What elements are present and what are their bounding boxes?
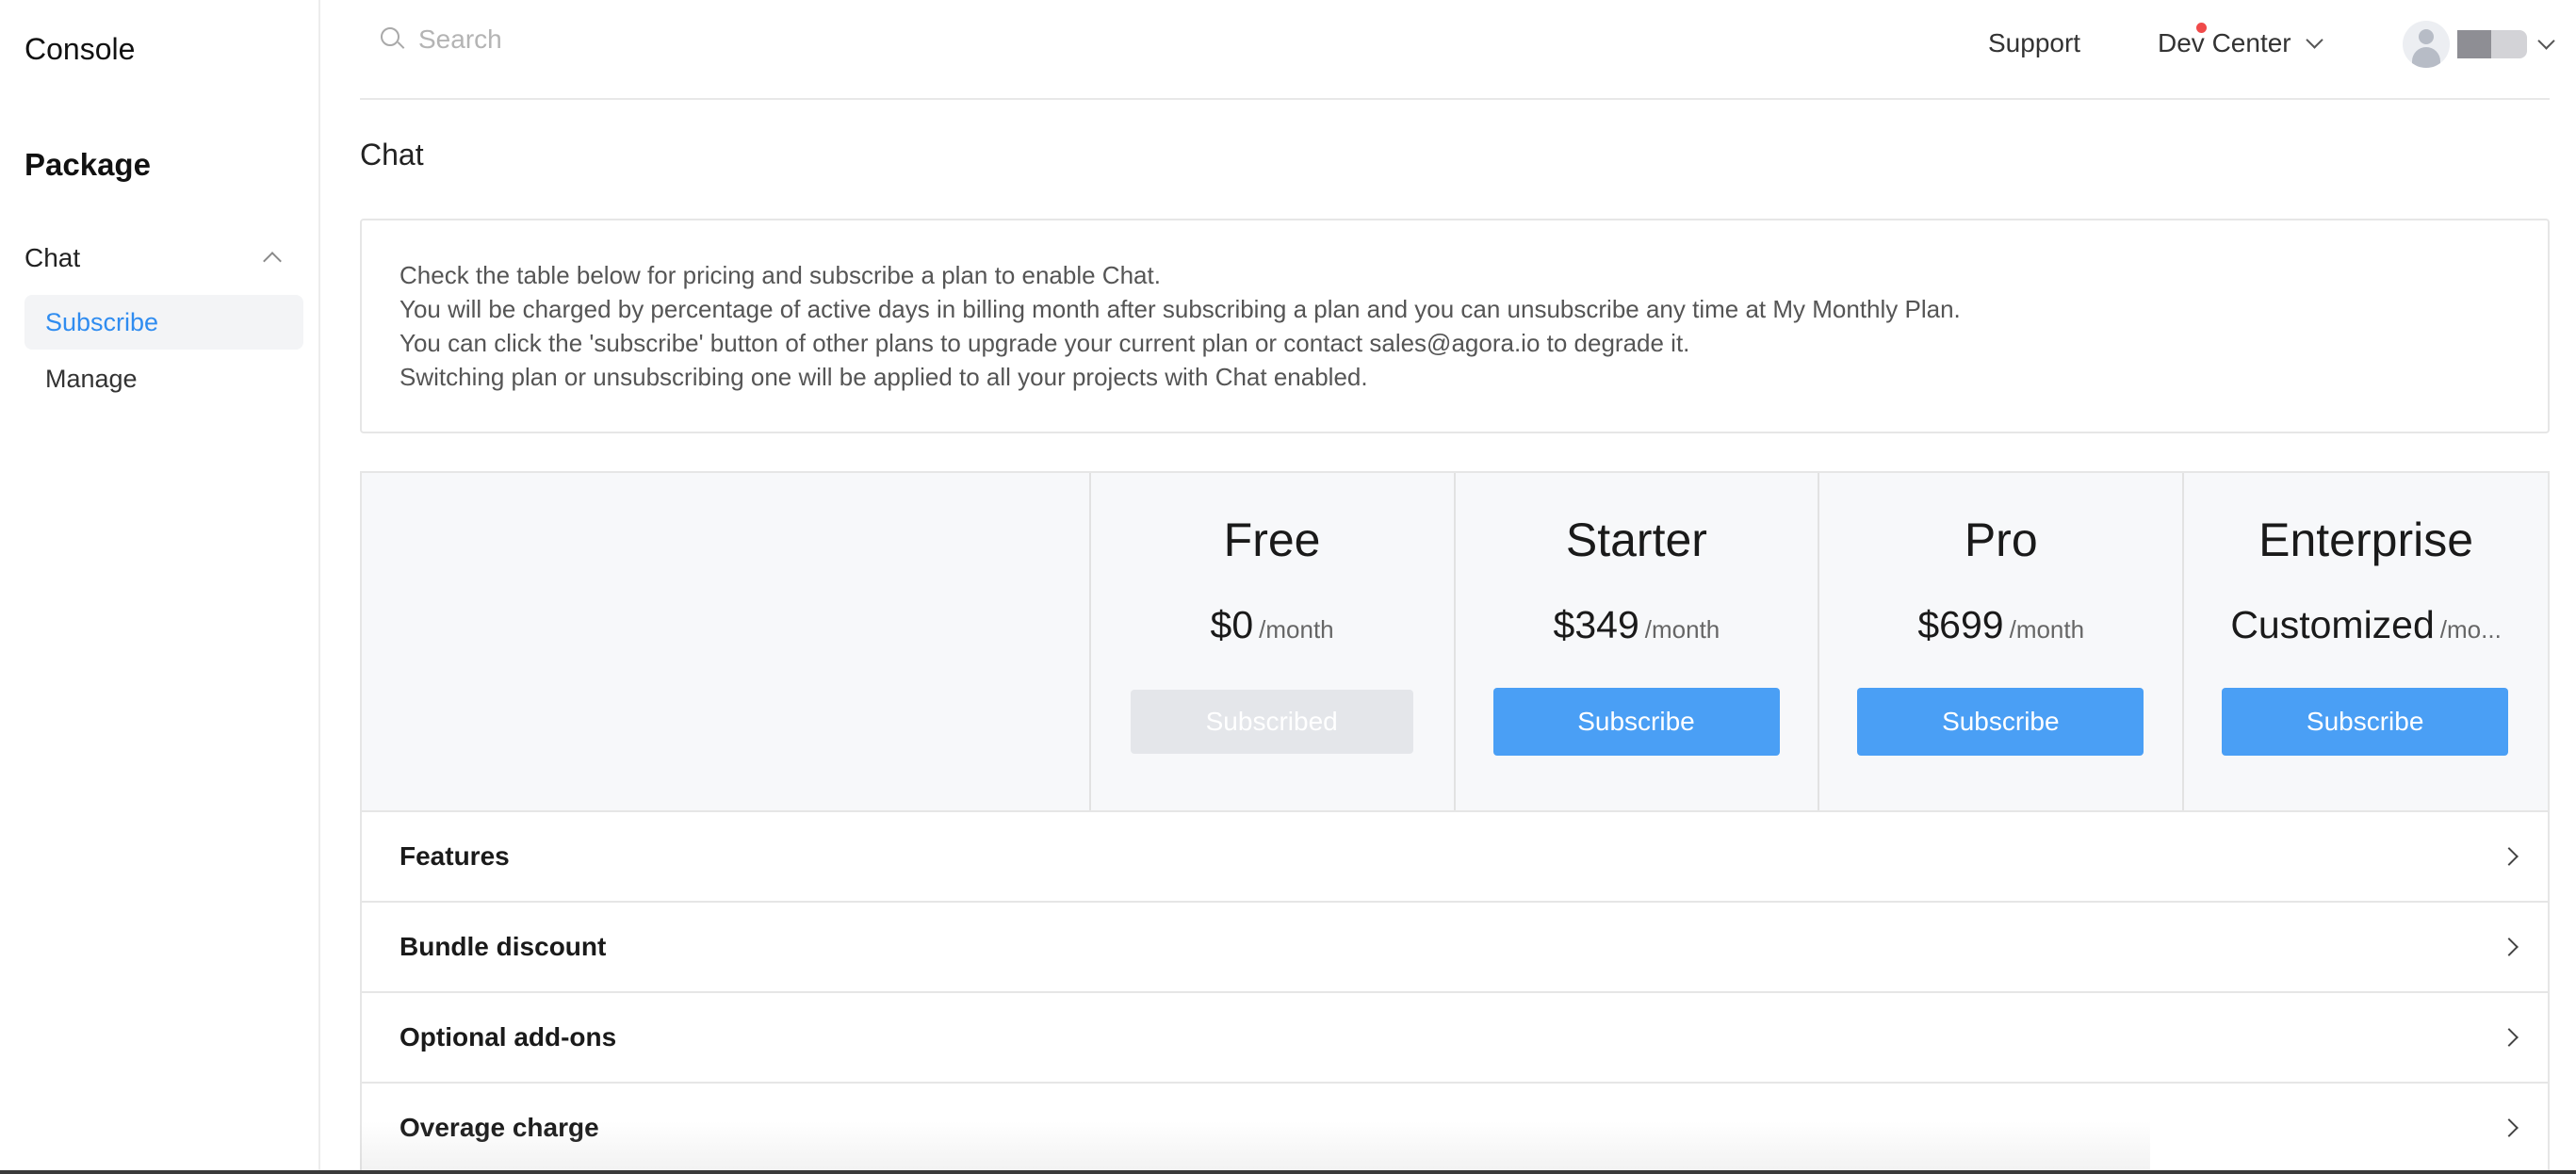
chevron-right-icon: [2500, 847, 2519, 866]
section-label: Optional add-ons: [399, 1022, 617, 1052]
chevron-right-icon: [2500, 1118, 2519, 1137]
plan-name: Enterprise: [2258, 514, 2474, 566]
sidebar-group-label: Chat: [24, 243, 81, 272]
price-period: /month: [1259, 615, 1334, 644]
notification-dot: [2196, 23, 2207, 33]
notice-line: You can click the 'subscribe' button of …: [399, 329, 1690, 357]
plan-enterprise: Enterprise Customized/mo... Subscribe: [2184, 473, 2548, 810]
price-period: /month: [1644, 615, 1720, 644]
section-features[interactable]: Features: [362, 812, 2548, 903]
sidebar-group-chat[interactable]: Chat: [24, 237, 288, 279]
avatar: [2403, 21, 2450, 68]
plan-price: $699/month: [1819, 603, 2182, 647]
price-period: /mo...: [2439, 615, 2502, 644]
sidebar: Console Package Chat Subscribe Manage: [0, 0, 320, 1174]
window-bottom-edge: [0, 1170, 2576, 1174]
plans-header-row: Free $0/month Subscribed Starter $349/mo…: [362, 473, 2548, 812]
search-box: [381, 24, 984, 55]
section-label: Overage charge: [399, 1113, 599, 1142]
subscribe-pro-button[interactable]: Subscribe: [1857, 688, 2144, 756]
subscribe-starter-button[interactable]: Subscribe: [1492, 688, 1780, 756]
sidebar-item-manage[interactable]: Manage: [24, 351, 303, 406]
plan-price: $0/month: [1091, 603, 1454, 647]
console-brand[interactable]: Console: [24, 32, 135, 67]
price-amount: Customized: [2230, 603, 2435, 646]
plan-price: $349/month: [1456, 603, 1818, 647]
support-link[interactable]: Support: [1988, 28, 2080, 58]
price-amount: $0: [1210, 603, 1254, 646]
plan-free: Free $0/month Subscribed: [1091, 473, 1456, 810]
plans-label-cell: [362, 473, 1091, 810]
chevron-up-icon: [263, 252, 282, 270]
price-amount: $349: [1553, 603, 1639, 646]
chevron-down-icon: [2305, 30, 2323, 49]
plan-pro: Pro $699/month Subscribe: [1819, 473, 2185, 810]
chevron-right-icon: [2500, 938, 2519, 956]
dev-center-menu[interactable]: Dev Center: [2158, 28, 2323, 58]
info-notice: Check the table below for pricing and su…: [360, 219, 2550, 433]
notice-line: You will be charged by percentage of act…: [399, 295, 1961, 323]
pricing-table: Free $0/month Subscribed Starter $349/mo…: [360, 471, 2550, 1174]
notice-line: Check the table below for pricing and su…: [399, 261, 1161, 289]
section-bundle-discount[interactable]: Bundle discount: [362, 903, 2548, 993]
account-menu[interactable]: [2403, 21, 2555, 68]
package-heading: Package: [24, 147, 151, 182]
price-period: /month: [2009, 615, 2085, 644]
subscribed-button: Subscribed: [1130, 690, 1413, 754]
redacted-username: [2457, 30, 2527, 58]
page-title: Chat: [360, 138, 424, 171]
subscribe-enterprise-button[interactable]: Subscribe: [2222, 688, 2509, 756]
section-overage-charge[interactable]: Overage charge: [362, 1084, 2548, 1174]
search-icon: [381, 27, 405, 52]
price-amount: $699: [1917, 603, 2004, 646]
chevron-right-icon: [2500, 1028, 2519, 1047]
section-optional-add-ons[interactable]: Optional add-ons: [362, 993, 2548, 1084]
plan-name: Free: [1223, 514, 1321, 566]
plan-name: Pro: [1964, 514, 2038, 566]
dev-center-label: Dev Center: [2158, 28, 2291, 57]
plan-name: Starter: [1565, 514, 1707, 566]
chevron-down-icon: [2537, 31, 2555, 50]
section-label: Bundle discount: [399, 932, 607, 961]
plan-price: Customized/mo...: [2184, 603, 2548, 647]
app: Console Package Chat Subscribe Manage Su…: [0, 0, 2576, 1174]
plan-starter: Starter $349/month Subscribe: [1456, 473, 1820, 810]
sidebar-item-subscribe[interactable]: Subscribe: [24, 295, 303, 350]
search-input[interactable]: [418, 24, 984, 55]
section-label: Features: [399, 841, 510, 871]
top-bar: Support Dev Center: [360, 0, 2555, 100]
notice-line: Switching plan or unsubscribing one will…: [399, 363, 1368, 391]
